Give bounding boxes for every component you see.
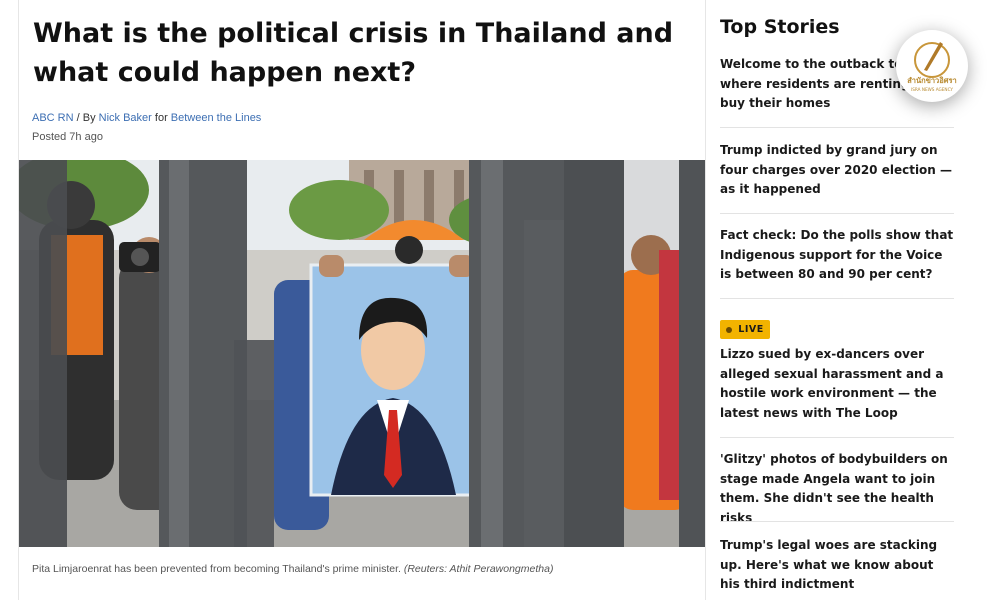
caption-text: Pita Limjaroenrat has been prevented fro… [32, 563, 401, 575]
isra-news-logo: สำนักข่าวอิศรา ISRA NEWS AGENCY [896, 30, 968, 102]
story-link-5[interactable]: 'Glitzy' photos of bodybuilders on stage… [720, 450, 954, 528]
live-dot-icon [726, 326, 733, 333]
logo-en-text: ISRA NEWS AGENCY [911, 87, 953, 92]
logo-thai-text: สำนักข่าวอิศรา [907, 76, 957, 85]
source-link[interactable]: ABC RN [32, 112, 74, 124]
photo-caption: Pita Limjaroenrat has been prevented fro… [32, 563, 692, 575]
story-divider [720, 127, 954, 128]
hero-photo [19, 160, 705, 547]
byline: ABC RN / By Nick Baker for Between the L… [32, 112, 261, 124]
article-column: What is the political crisis in Thailand… [18, 0, 706, 600]
story-link-6[interactable]: Trump's legal woes are stacking up. Here… [720, 536, 954, 595]
story-link-2[interactable]: Trump indicted by grand jury on four cha… [720, 141, 954, 200]
byline-for: for [154, 112, 168, 124]
story-link-4[interactable]: Lizzo sued by ex-dancers over alleged se… [720, 345, 954, 423]
protest-illustration [19, 160, 705, 547]
live-badge: LIVE [720, 320, 770, 339]
author-link[interactable]: Nick Baker [99, 112, 152, 124]
live-label: LIVE [738, 324, 764, 335]
story-link-3[interactable]: Fact check: Do the polls show that Indig… [720, 226, 954, 285]
quill-logo-icon: สำนักข่าวอิศรา ISRA NEWS AGENCY [907, 42, 957, 92]
story-divider [720, 521, 954, 522]
top-stories-heading: Top Stories [720, 16, 840, 38]
program-link[interactable]: Between the Lines [171, 112, 262, 124]
byline-by: / By [76, 112, 96, 124]
story-divider [720, 437, 954, 438]
story-divider [720, 213, 954, 214]
story-divider [720, 298, 954, 299]
posted-time: Posted 7h ago [32, 131, 103, 143]
photo-credit: (Reuters: Athit Perawongmetha) [403, 563, 554, 575]
article-headline: What is the political crisis in Thailand… [33, 18, 674, 88]
